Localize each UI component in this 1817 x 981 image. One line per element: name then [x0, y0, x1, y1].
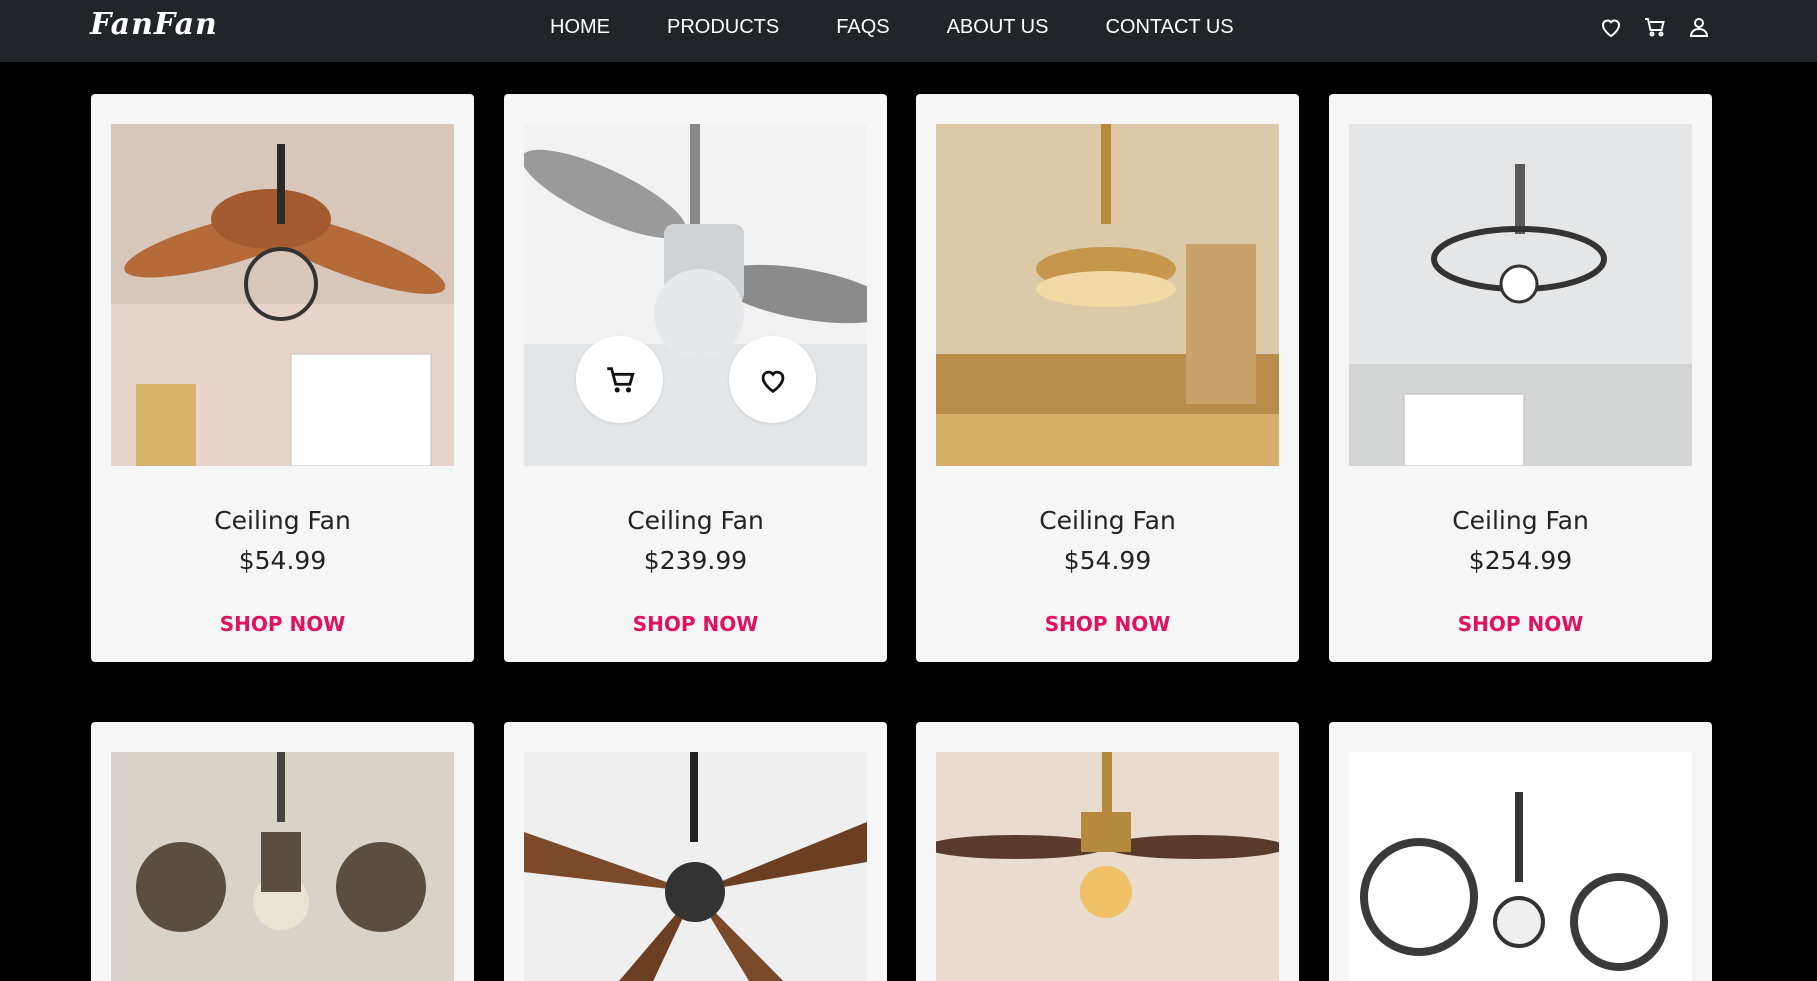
product-image[interactable] [111, 124, 454, 466]
shop-now-button[interactable]: SHOP NOW [1329, 612, 1712, 636]
cart-icon[interactable] [1641, 14, 1669, 40]
shop-now-button[interactable]: SHOP NOW [916, 612, 1299, 636]
product-price: $54.99 [1063, 546, 1152, 575]
shop-now-button[interactable]: SHOP NOW [91, 612, 474, 636]
product-card[interactable]: Ceiling Fan $254.99 SHOP NOW [1329, 94, 1712, 662]
product-image[interactable] [1349, 124, 1692, 466]
product-image[interactable] [936, 752, 1279, 981]
nav-link-home[interactable]: HOME [550, 16, 610, 39]
product-name: Ceiling Fan [1452, 506, 1589, 535]
product-image[interactable] [1349, 752, 1692, 981]
product-image[interactable] [936, 124, 1279, 466]
product-card[interactable]: Ceiling Fan $54.99 SHOP NOW [916, 94, 1299, 662]
product-card[interactable] [1329, 722, 1712, 981]
user-icon[interactable] [1685, 14, 1713, 40]
product-card[interactable] [916, 722, 1299, 981]
heart-icon[interactable] [1597, 14, 1625, 40]
product-image[interactable] [524, 124, 867, 466]
product-card[interactable] [504, 722, 887, 981]
nav-link-faqs[interactable]: FAQS [836, 16, 889, 39]
product-price: $54.99 [238, 546, 327, 575]
top-navbar: FanFan HOME PRODUCTS FAQS ABOUT US CONTA… [0, 0, 1817, 62]
product-image[interactable] [111, 752, 454, 981]
product-name: Ceiling Fan [627, 506, 764, 535]
nav-link-products[interactable]: PRODUCTS [667, 16, 779, 39]
product-image[interactable] [524, 752, 867, 981]
nav-links: HOME PRODUCTS FAQS ABOUT US CONTACT US [550, 0, 1291, 54]
product-card[interactable]: Ceiling Fan $239.99 SHOP NOW [504, 94, 887, 662]
product-name: Ceiling Fan [1039, 506, 1176, 535]
product-name: Ceiling Fan [214, 506, 351, 535]
shop-now-button[interactable]: SHOP NOW [504, 612, 887, 636]
product-card[interactable]: Ceiling Fan $54.99 SHOP NOW [91, 94, 474, 662]
nav-link-about-us[interactable]: ABOUT US [947, 16, 1049, 39]
nav-icons [1581, 14, 1713, 40]
product-price: $254.99 [1468, 546, 1573, 575]
product-price: $239.99 [643, 546, 748, 575]
nav-link-contact-us[interactable]: CONTACT US [1105, 16, 1233, 39]
add-to-wishlist-button[interactable] [729, 336, 816, 423]
product-card[interactable] [91, 722, 474, 981]
add-to-cart-button[interactable] [576, 336, 663, 423]
brand-logo[interactable]: FanFan [90, 7, 218, 42]
